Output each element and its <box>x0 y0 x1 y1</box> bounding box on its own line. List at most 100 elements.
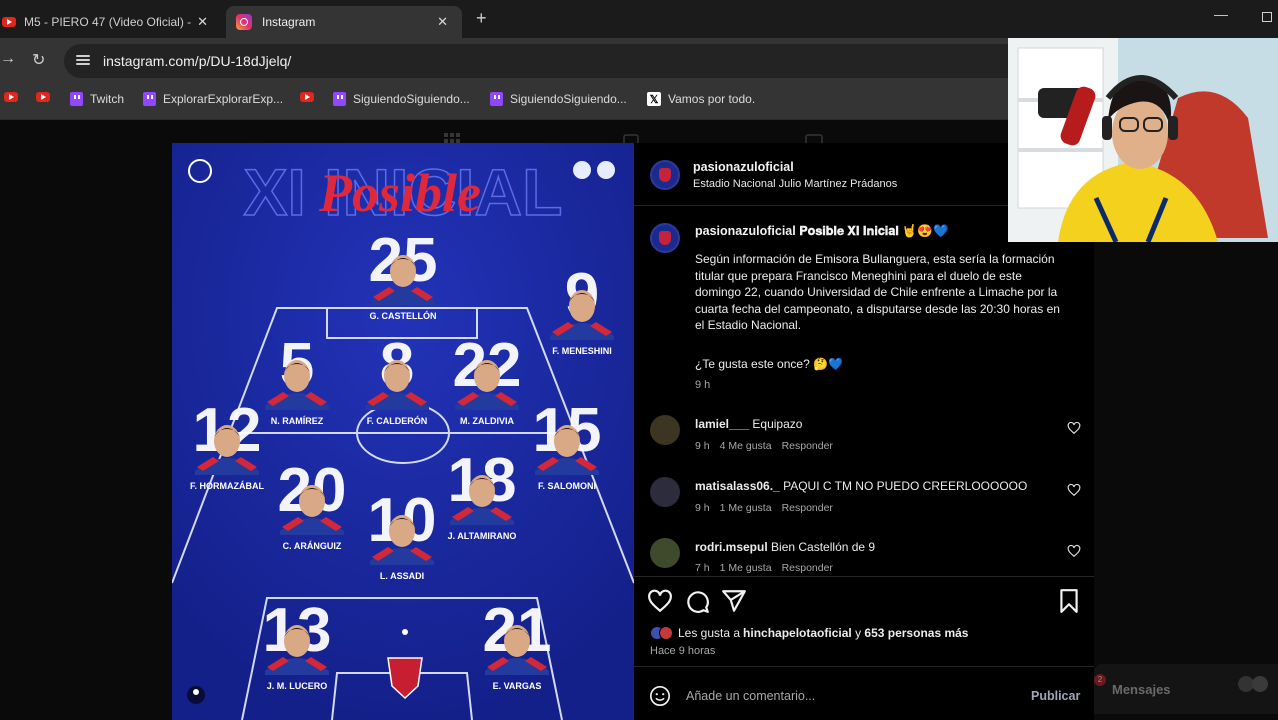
comment-likes[interactable]: 1 Me gusta <box>720 562 772 574</box>
comment-bubble-icon[interactable] <box>684 588 710 614</box>
tab-instagram[interactable]: Instagram ✕ <box>226 6 462 38</box>
forward-arrow-icon[interactable]: → <box>0 50 16 68</box>
bookmark-siguiendo-2[interactable]: SiguiendoSiguiendo... <box>490 92 627 106</box>
share-send-icon[interactable] <box>721 588 747 614</box>
likes-username[interactable]: hinchapelotaoficial <box>743 626 852 640</box>
like-comment-heart-icon[interactable] <box>1067 544 1081 558</box>
bookmark-label: SiguiendoSiguiendo... <box>353 92 470 106</box>
new-tab-button[interactable]: + <box>476 8 487 29</box>
like-comment-heart-icon[interactable] <box>1067 483 1081 497</box>
minimize-window-button[interactable]: — <box>1214 6 1228 22</box>
player-face <box>284 360 310 392</box>
youtube-icon <box>2 17 16 27</box>
publish-button[interactable]: Publicar <box>1031 689 1080 703</box>
comment-username[interactable]: lamiel___ <box>695 417 749 431</box>
reload-icon[interactable]: ↻ <box>32 50 45 70</box>
comment-username[interactable]: matisalass06._ <box>695 479 780 493</box>
author-username[interactable]: pasionazuloficial <box>693 160 794 174</box>
bookmark-twitch[interactable]: Twitch <box>70 92 124 106</box>
comment-text: lamiel___ Equipazo <box>695 417 802 431</box>
player-face <box>390 255 416 287</box>
bookmark-x[interactable]: 𝕏 Vamos por todo. <box>647 92 755 106</box>
save-bookmark-icon[interactable] <box>1056 588 1082 614</box>
bookmark-youtube[interactable] <box>300 92 321 102</box>
twitch-icon <box>70 92 83 106</box>
bookmark-label: SiguiendoSiguiendo... <box>510 92 627 106</box>
player-name: J. ALTAMIRANO <box>448 531 517 541</box>
address-bar[interactable]: instagram.com/p/DU-18dJjelq/ <box>64 44 1024 78</box>
player-name: N. RAMÍREZ <box>271 416 324 426</box>
player-face <box>284 625 310 657</box>
lineup-graphic: XI INICIAL Posible 25G. CASTELLÓN9F. MEN… <box>172 143 634 720</box>
unread-badge: 2 <box>1094 674 1106 686</box>
reply-button[interactable]: Responder <box>782 502 833 514</box>
divider <box>634 576 1094 577</box>
url-text[interactable]: instagram.com/p/DU-18dJjelq/ <box>103 53 291 69</box>
comment-meta: 9 h 1 Me gusta Responder <box>695 502 843 514</box>
posted-ago: Hace 9 horas <box>650 645 716 657</box>
emoji-icon[interactable] <box>649 685 671 707</box>
author-avatar[interactable] <box>650 160 680 190</box>
tab-title: M5 - PIERO 47 (Video Oficial) - <box>24 15 192 29</box>
club-badge-icon <box>573 161 591 179</box>
bookmark-explorar[interactable]: ExplorarExplorarExp... <box>143 92 283 106</box>
comment-text: matisalass06._ PAQUI C TM NO PUEDO CREER… <box>695 479 1027 493</box>
youtube-icon <box>36 92 50 102</box>
reply-button[interactable]: Responder <box>782 440 833 452</box>
player-face <box>554 425 580 457</box>
comment-username[interactable]: rodri.msepul <box>695 540 768 554</box>
maximize-window-button[interactable] <box>1262 12 1272 22</box>
likes-count[interactable]: 653 personas más <box>864 626 968 640</box>
player-name: F. MENESHINI <box>552 346 612 356</box>
streamer-webcam-image <box>1008 38 1278 242</box>
comment-input[interactable]: Añade un comentario... <box>686 689 815 703</box>
player-name: E. VARGAS <box>493 681 542 691</box>
likes-summary[interactable]: Les gusta a hinchapelotaoficial y 653 pe… <box>650 626 968 640</box>
player-name: G. CASTELLÓN <box>370 310 437 321</box>
comment-body: Bien Castellón de 9 <box>771 540 876 554</box>
caption-time: 9 h <box>695 379 711 391</box>
youtube-icon <box>300 92 314 102</box>
comment-meta: 7 h 1 Me gusta Responder <box>695 562 843 574</box>
caption-username[interactable]: pasionazuloficial <box>695 224 796 238</box>
caption-question: ¿Te gusta este once? 🤔💙 <box>695 357 843 371</box>
comment-likes[interactable]: 4 Me gusta <box>720 440 772 452</box>
comment-avatar[interactable] <box>650 538 680 568</box>
close-tab-icon[interactable]: ✕ <box>437 14 448 30</box>
post-image[interactable]: XI INICIAL Posible 25G. CASTELLÓN9F. MEN… <box>172 143 634 720</box>
likes-prefix: Les gusta a <box>678 626 741 640</box>
liker-avatar <box>659 626 673 640</box>
x-icon: 𝕏 <box>647 92 661 106</box>
comment-text: rodri.msepul Bien Castellón de 9 <box>695 540 875 554</box>
player-name: F. CALDERÓN <box>367 415 428 426</box>
messages-label: Mensajes <box>1112 682 1171 697</box>
caption-avatar[interactable] <box>650 223 680 253</box>
comment-time: 9 h <box>695 502 710 514</box>
webcam-overlay <box>1008 38 1278 242</box>
comment-likes[interactable]: 1 Me gusta <box>720 502 772 514</box>
player-face <box>469 475 495 507</box>
twitch-icon <box>490 92 503 106</box>
bookmark-youtube[interactable] <box>4 92 25 102</box>
tab-title: Instagram <box>262 15 316 29</box>
bookmark-siguiendo[interactable]: SiguiendoSiguiendo... <box>333 92 470 106</box>
player-name: M. ZALDIVIA <box>460 416 514 426</box>
reply-button[interactable]: Responder <box>782 562 833 574</box>
player-face <box>389 515 415 547</box>
youtube-icon <box>4 92 18 102</box>
tab-youtube-video[interactable]: M5 - PIERO 47 (Video Oficial) - ✕ <box>0 6 222 38</box>
browser-tabstrip: M5 - PIERO 47 (Video Oficial) - ✕ Instag… <box>0 0 1278 38</box>
bookmark-youtube[interactable] <box>36 92 57 102</box>
like-heart-icon[interactable] <box>647 588 673 614</box>
bookmark-label: Twitch <box>90 92 125 106</box>
close-tab-icon[interactable]: ✕ <box>197 14 208 30</box>
player-face <box>214 425 240 457</box>
comment-avatar[interactable] <box>650 477 680 507</box>
site-settings-icon[interactable] <box>76 53 90 67</box>
post-location[interactable]: Estadio Nacional Julio Martínez Prádanos <box>693 178 897 190</box>
messages-bar[interactable]: 2 Mensajes <box>1094 664 1278 714</box>
title-front-text: Posible <box>318 163 481 223</box>
caption-heading: pasionazuloficial 𝐏𝐨𝐬𝐢𝐛𝐥𝐞 𝐗𝐈 𝐈𝐧𝐢𝐜𝐢𝐚𝐥 🤘😍💙 <box>695 224 949 239</box>
like-comment-heart-icon[interactable] <box>1067 421 1081 435</box>
comment-avatar[interactable] <box>650 415 680 445</box>
